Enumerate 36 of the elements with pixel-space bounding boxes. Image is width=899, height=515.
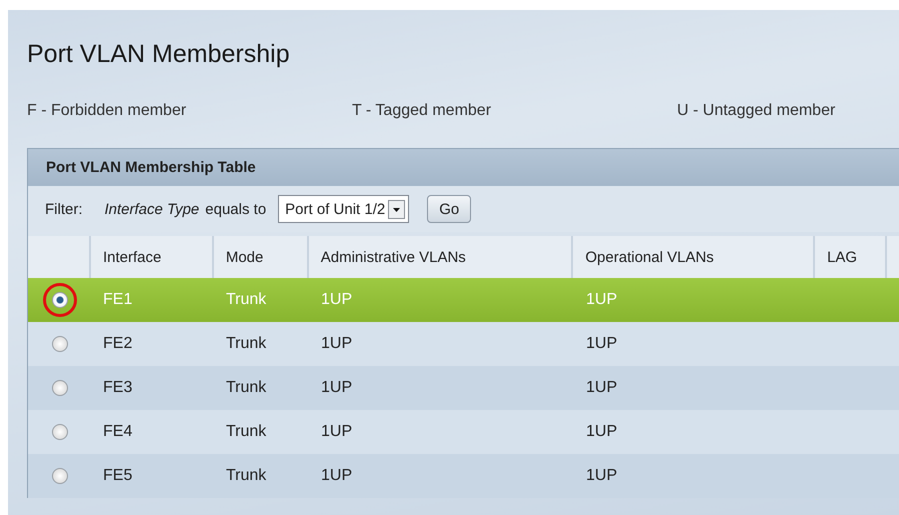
filter-field-label: Interface Type	[104, 200, 200, 218]
table-cell: FE5	[103, 467, 132, 485]
table-cell: 1UP	[321, 467, 352, 485]
table-cell: 1UP	[321, 291, 352, 309]
legend-text: T - Tagged member	[352, 102, 492, 120]
table-cell: Trunk	[226, 379, 266, 397]
table-cell: Trunk	[226, 423, 266, 441]
row-radio-button[interactable]	[52, 336, 68, 352]
table-cell: Trunk	[226, 467, 266, 485]
row-radio-button[interactable]	[52, 380, 68, 396]
table-cell: FE1	[103, 291, 132, 309]
table-cell: FE2	[103, 335, 132, 353]
page-title: Port VLAN Membership	[27, 39, 291, 70]
row-radio-button[interactable]	[52, 292, 68, 308]
row-radio-button[interactable]	[52, 468, 68, 484]
row-radio-button[interactable]	[52, 424, 68, 440]
table-cell: 1UP	[586, 379, 618, 397]
filter-label: Filter:	[45, 200, 82, 218]
dropdown-caret-icon	[388, 200, 406, 218]
table-cell: Trunk	[226, 335, 266, 353]
table-cell: 1UP	[586, 423, 618, 441]
filter-operator: equals to	[205, 200, 266, 218]
table-cell: 1UP	[586, 291, 618, 309]
legend-text: U - Untagged member	[677, 102, 836, 120]
legend-text: F - Forbidden member	[27, 102, 188, 120]
table-cell: 1UP	[586, 467, 618, 485]
table-cell: FE3	[103, 379, 132, 397]
interface-type-dropdown[interactable]: Port of Unit 1/2	[278, 195, 410, 223]
table-cell: 1UP	[321, 379, 352, 397]
table-title: Port VLAN Membership Table	[46, 159, 256, 176]
table-cell: Trunk	[226, 291, 266, 309]
table-cell: 1UP	[321, 335, 352, 353]
table-cell: 1UP	[586, 335, 618, 353]
table-cell: FE4	[103, 423, 132, 441]
table-cell: 1UP	[321, 423, 352, 441]
go-button[interactable]: Go	[427, 195, 472, 223]
